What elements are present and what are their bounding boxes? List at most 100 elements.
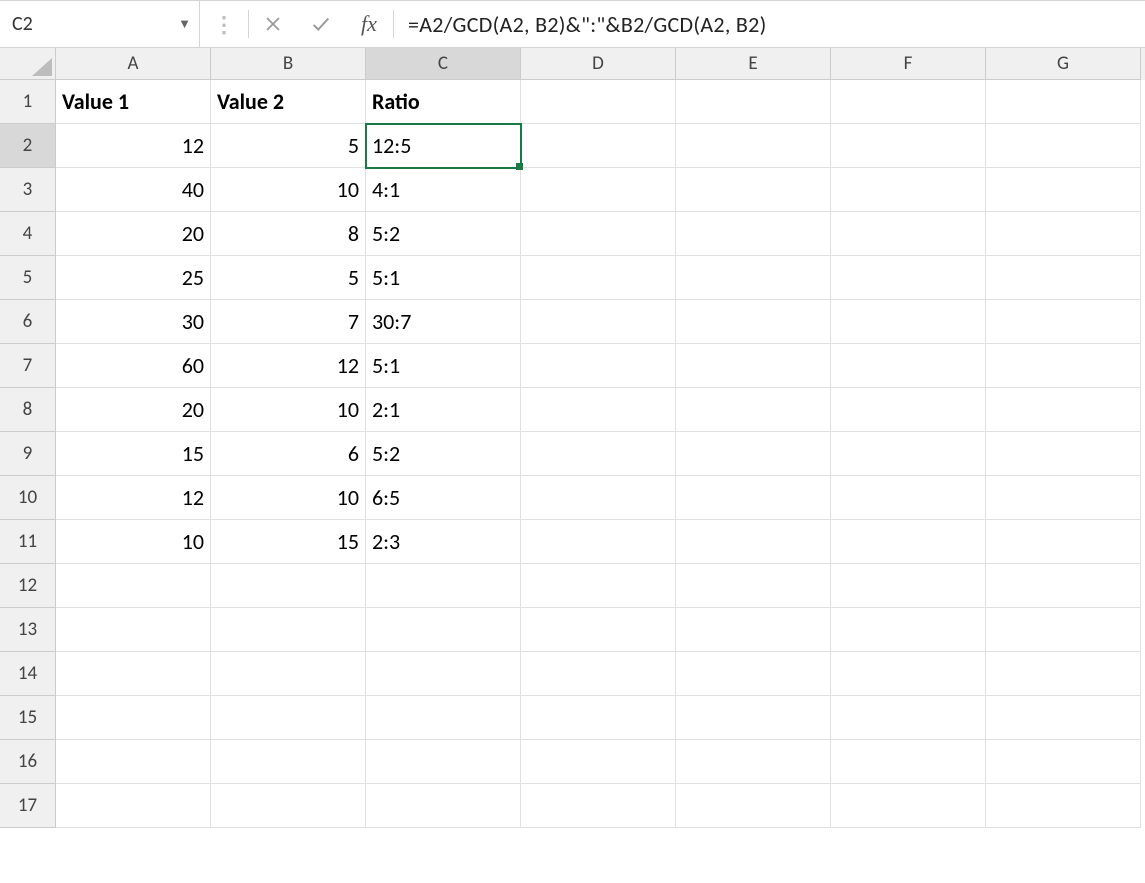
column-header-B[interactable]: B: [211, 48, 366, 80]
cell-D6[interactable]: [521, 300, 676, 344]
cell-F2[interactable]: [831, 124, 986, 168]
cell-D3[interactable]: [521, 168, 676, 212]
cell-A10[interactable]: 12: [56, 476, 211, 520]
cell-C5[interactable]: 5:1: [366, 256, 521, 300]
cell-F16[interactable]: [831, 740, 986, 784]
row-header-5[interactable]: 5: [0, 256, 56, 300]
row-header-9[interactable]: 9: [0, 432, 56, 476]
cell-B10[interactable]: 10: [211, 476, 366, 520]
cell-G2[interactable]: [986, 124, 1141, 168]
row-header-2[interactable]: 2: [0, 124, 56, 168]
cell-B5[interactable]: 5: [211, 256, 366, 300]
cell-D1[interactable]: [521, 80, 676, 124]
cell-B11[interactable]: 15: [211, 520, 366, 564]
cell-G13[interactable]: [986, 608, 1141, 652]
cell-G11[interactable]: [986, 520, 1141, 564]
cell-A14[interactable]: [56, 652, 211, 696]
cell-E11[interactable]: [676, 520, 831, 564]
cell-F3[interactable]: [831, 168, 986, 212]
cancel-button[interactable]: [249, 1, 297, 47]
row-header-4[interactable]: 4: [0, 212, 56, 256]
column-header-A[interactable]: A: [56, 48, 211, 80]
ellipsis-icon[interactable]: ⋮: [200, 1, 248, 47]
cell-D7[interactable]: [521, 344, 676, 388]
row-header-8[interactable]: 8: [0, 388, 56, 432]
cell-E7[interactable]: [676, 344, 831, 388]
cell-C8[interactable]: 2:1: [366, 388, 521, 432]
cell-D17[interactable]: [521, 784, 676, 828]
cell-A2[interactable]: 12: [56, 124, 211, 168]
cell-G8[interactable]: [986, 388, 1141, 432]
cell-G7[interactable]: [986, 344, 1141, 388]
cell-E2[interactable]: [676, 124, 831, 168]
name-box[interactable]: C2 ▼: [0, 1, 200, 47]
cell-B12[interactable]: [211, 564, 366, 608]
row-header-14[interactable]: 14: [0, 652, 56, 696]
cell-C1[interactable]: Ratio: [366, 80, 521, 124]
row-header-10[interactable]: 10: [0, 476, 56, 520]
cell-G5[interactable]: [986, 256, 1141, 300]
cell-C13[interactable]: [366, 608, 521, 652]
row-header-13[interactable]: 13: [0, 608, 56, 652]
cell-B3[interactable]: 10: [211, 168, 366, 212]
cell-A12[interactable]: [56, 564, 211, 608]
cell-E4[interactable]: [676, 212, 831, 256]
column-header-G[interactable]: G: [986, 48, 1141, 80]
cell-C7[interactable]: 5:1: [366, 344, 521, 388]
row-header-16[interactable]: 16: [0, 740, 56, 784]
cell-D9[interactable]: [521, 432, 676, 476]
cell-F11[interactable]: [831, 520, 986, 564]
cell-E8[interactable]: [676, 388, 831, 432]
cell-C6[interactable]: 30:7: [366, 300, 521, 344]
column-header-F[interactable]: F: [831, 48, 986, 80]
cell-G12[interactable]: [986, 564, 1141, 608]
cell-F1[interactable]: [831, 80, 986, 124]
row-header-1[interactable]: 1: [0, 80, 56, 124]
cell-G15[interactable]: [986, 696, 1141, 740]
cell-F13[interactable]: [831, 608, 986, 652]
cell-F4[interactable]: [831, 212, 986, 256]
cell-A13[interactable]: [56, 608, 211, 652]
row-header-6[interactable]: 6: [0, 300, 56, 344]
cell-E16[interactable]: [676, 740, 831, 784]
cell-E6[interactable]: [676, 300, 831, 344]
formula-input[interactable]: =A2/GCD(A2, B2)&":"&B2/GCD(A2, B2): [394, 1, 1145, 47]
cell-B6[interactable]: 7: [211, 300, 366, 344]
cell-B15[interactable]: [211, 696, 366, 740]
cell-A16[interactable]: [56, 740, 211, 784]
cell-B17[interactable]: [211, 784, 366, 828]
cell-D16[interactable]: [521, 740, 676, 784]
cell-G1[interactable]: [986, 80, 1141, 124]
cell-D12[interactable]: [521, 564, 676, 608]
cell-C12[interactable]: [366, 564, 521, 608]
cell-E14[interactable]: [676, 652, 831, 696]
enter-button[interactable]: [297, 1, 345, 47]
cell-F12[interactable]: [831, 564, 986, 608]
cell-E13[interactable]: [676, 608, 831, 652]
cell-E3[interactable]: [676, 168, 831, 212]
cell-A3[interactable]: 40: [56, 168, 211, 212]
column-header-D[interactable]: D: [521, 48, 676, 80]
cell-A7[interactable]: 60: [56, 344, 211, 388]
cell-G17[interactable]: [986, 784, 1141, 828]
cell-E10[interactable]: [676, 476, 831, 520]
cell-D2[interactable]: [521, 124, 676, 168]
cell-G16[interactable]: [986, 740, 1141, 784]
cell-B14[interactable]: [211, 652, 366, 696]
cell-E5[interactable]: [676, 256, 831, 300]
cell-A1[interactable]: Value 1: [56, 80, 211, 124]
cell-D11[interactable]: [521, 520, 676, 564]
row-header-17[interactable]: 17: [0, 784, 56, 828]
cell-E1[interactable]: [676, 80, 831, 124]
row-header-12[interactable]: 12: [0, 564, 56, 608]
cell-G4[interactable]: [986, 212, 1141, 256]
fx-icon[interactable]: fx: [345, 1, 393, 47]
cell-A8[interactable]: 20: [56, 388, 211, 432]
cell-D13[interactable]: [521, 608, 676, 652]
cell-F17[interactable]: [831, 784, 986, 828]
cell-C16[interactable]: [366, 740, 521, 784]
cell-D10[interactable]: [521, 476, 676, 520]
cell-C17[interactable]: [366, 784, 521, 828]
cell-F8[interactable]: [831, 388, 986, 432]
cell-F15[interactable]: [831, 696, 986, 740]
